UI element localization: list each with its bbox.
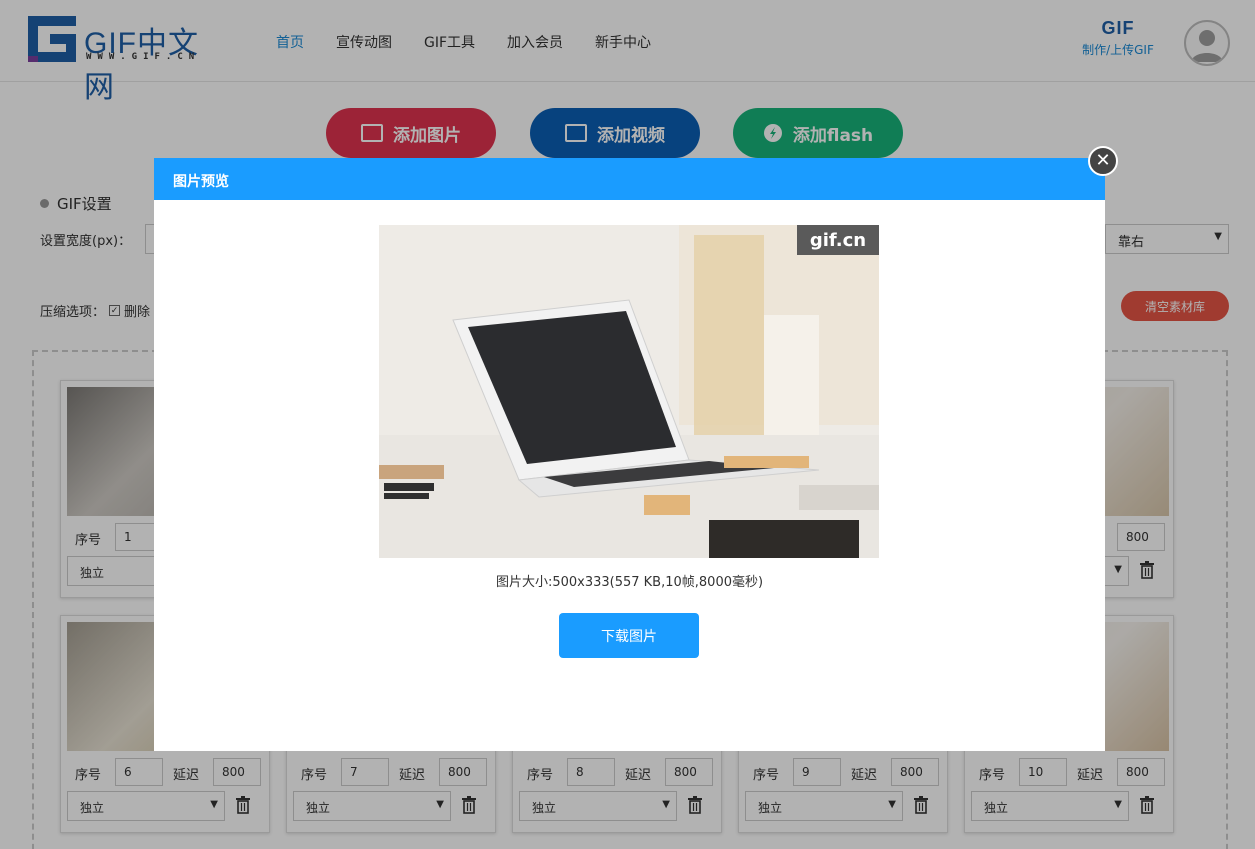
laptop-photo [379, 225, 879, 558]
modal-title: 图片预览 [154, 158, 1105, 200]
download-image-button[interactable]: 下载图片 [559, 613, 699, 658]
preview-image: gif.cn [379, 225, 879, 558]
image-preview-modal: 图片预览 gif.cn 图片大小:500x333(557 KB,10帧,8000… [154, 158, 1105, 751]
image-info: 图片大小:500x333(557 KB,10帧,8000毫秒) [495, 575, 764, 590]
watermark: gif.cn [797, 225, 879, 255]
close-icon[interactable]: ✕ [1088, 146, 1118, 176]
